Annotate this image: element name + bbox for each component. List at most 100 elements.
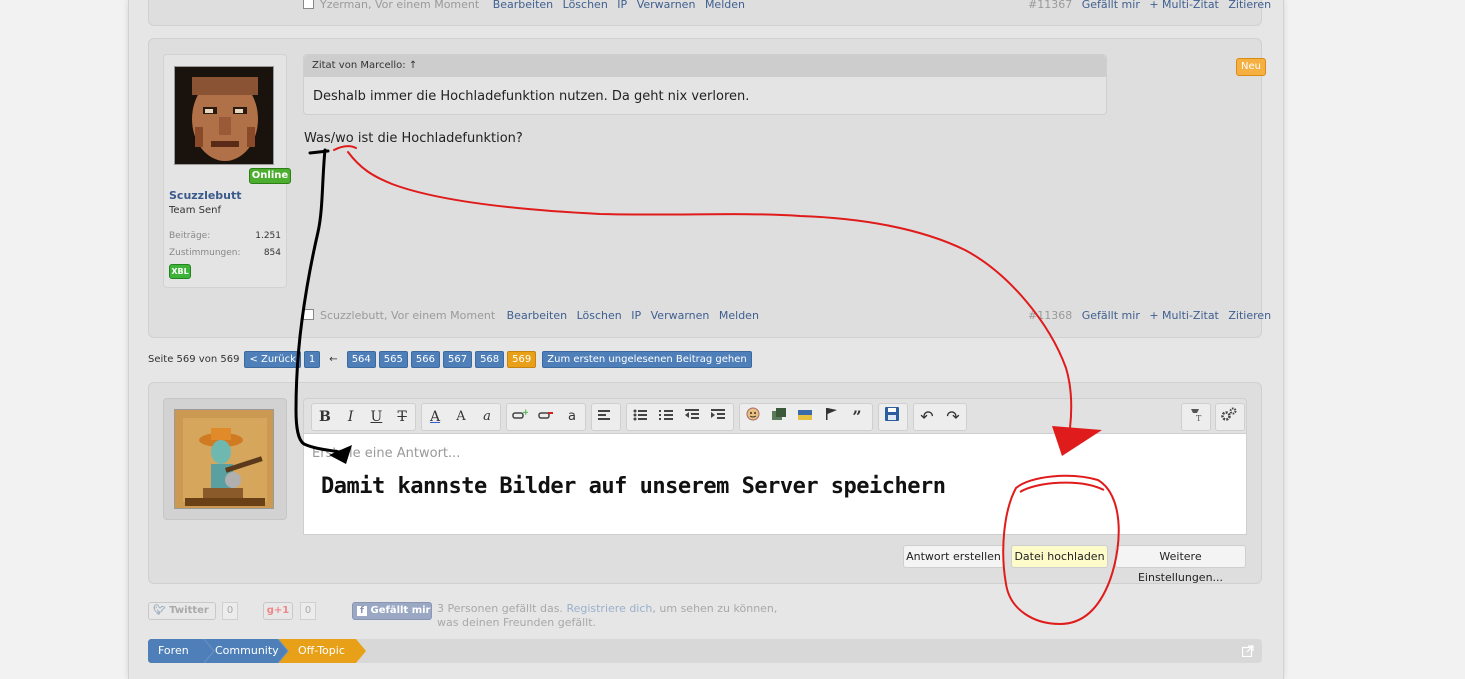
quote-link[interactable]: Zitieren <box>1228 0 1271 11</box>
gear-icon[interactable] <box>1216 404 1242 430</box>
link-icon[interactable]: + <box>507 404 533 430</box>
twitter-button[interactable]: 🐦︎ Twitter <box>148 602 216 620</box>
page-568-button[interactable]: 568 <box>475 351 505 368</box>
current-page[interactable]: 569 <box>507 351 537 368</box>
bold-button[interactable]: B <box>312 404 338 430</box>
font-family-button[interactable]: a <box>474 404 500 430</box>
report-link[interactable]: Melden <box>719 309 759 322</box>
more-options-button[interactable]: Weitere Einstellungen... <box>1115 545 1246 584</box>
new-badge: Neu <box>1236 58 1266 76</box>
gplus-button[interactable]: g+1 <box>263 602 293 620</box>
remove-format-icon[interactable]: T <box>1182 404 1208 430</box>
align-icon[interactable] <box>592 404 618 430</box>
gplus-count: 0 <box>300 602 316 620</box>
save-draft-icon[interactable] <box>879 404 905 430</box>
italic-button[interactable]: I <box>338 404 364 430</box>
like-text-line2: was deinen Freunden gefällt. <box>437 616 597 629</box>
numbered-list-icon[interactable] <box>653 404 679 430</box>
twitter-icon: 🐦︎ <box>153 605 166 616</box>
my-avatar[interactable] <box>174 409 274 509</box>
like-count-text: 3 Personen gefällt das. <box>437 602 563 615</box>
bullet-list-icon[interactable] <box>627 404 653 430</box>
prev-post-author[interactable]: Yzerman, Vor einem Moment <box>320 0 479 11</box>
insert-group: ” <box>739 403 873 431</box>
editor-toolbar: B I U T A A a + a ” ↶ ↷ T <box>303 398 1247 434</box>
prev-post-right-actions: #11367 Gefällt mir + Multi-Zitat Zitiere… <box>1028 0 1271 12</box>
report-link[interactable]: Melden <box>705 0 745 11</box>
page-566-button[interactable]: 566 <box>410 351 440 368</box>
warn-link[interactable]: Verwarnen <box>651 309 710 322</box>
user-avatar[interactable] <box>174 66 274 165</box>
register-link[interactable]: Registriere dich <box>566 602 652 615</box>
multiquote-link[interactable]: + Multi-Zitat <box>1149 0 1219 11</box>
breadcrumb-forums[interactable]: Foren <box>158 639 189 663</box>
page-567-button[interactable]: 567 <box>442 351 473 368</box>
page-1-button[interactable]: 1 <box>303 351 321 368</box>
post-footer: Scuzzlebutt, Vor einem Moment Bearbeiten… <box>303 309 759 323</box>
font-size-button[interactable]: A <box>448 404 474 430</box>
edit-link[interactable]: Bearbeiten <box>507 309 567 322</box>
upload-file-button[interactable]: Datei hochladen <box>1011 545 1108 568</box>
xbl-badge[interactable]: XBL <box>169 264 191 279</box>
strike-button[interactable]: T <box>389 404 415 430</box>
like-link[interactable]: Gefällt mir <box>1082 0 1140 11</box>
ip-link[interactable]: IP <box>631 309 641 322</box>
select-post-checkbox[interactable] <box>303 309 314 320</box>
like-text-line1: 3 Personen gefällt das. Registriere dich… <box>437 602 777 615</box>
font-color-button[interactable]: A <box>422 404 448 430</box>
multiquote-link[interactable]: + Multi-Zitat <box>1149 309 1219 322</box>
text-format-group: B I U T <box>311 403 416 431</box>
twitter-count: 0 <box>222 602 238 620</box>
like-link[interactable]: Gefällt mir <box>1082 309 1140 322</box>
quote-link[interactable]: Zitieren <box>1228 309 1271 322</box>
flag-icon[interactable] <box>818 404 844 430</box>
quote-text: Deshalb immer die Hochladefunktion nutze… <box>313 89 750 104</box>
edit-link[interactable]: Bearbeiten <box>493 0 553 11</box>
stat-posts-value: 1.251 <box>255 231 281 241</box>
facebook-like-button[interactable]: f Gefällt mir <box>352 602 432 620</box>
unlink-icon[interactable] <box>533 404 559 430</box>
image-icon[interactable] <box>792 404 818 430</box>
delete-link[interactable]: Löschen <box>577 309 622 322</box>
online-badge: Online <box>249 168 291 184</box>
outdent-icon[interactable] <box>679 404 705 430</box>
undo-icon[interactable]: ↶ <box>914 404 940 430</box>
amazon-icon[interactable]: a <box>559 404 585 430</box>
page-565-button[interactable]: 565 <box>378 351 408 368</box>
page-564-button[interactable]: 564 <box>346 351 376 368</box>
history-group: ↶ ↷ <box>913 403 967 431</box>
delete-link[interactable]: Löschen <box>563 0 608 11</box>
post-number[interactable]: #11368 <box>1028 309 1072 322</box>
submit-reply-button[interactable]: Antwort erstellen <box>903 545 1004 568</box>
indent-icon[interactable] <box>705 404 731 430</box>
quote-icon[interactable]: ” <box>844 404 870 430</box>
media-icon[interactable] <box>766 404 792 430</box>
smiley-icon[interactable] <box>740 404 766 430</box>
breadcrumb-community[interactable]: Community <box>215 639 279 663</box>
stat-likes-label: Zustimmungen: <box>169 248 241 258</box>
annotation-text: Damit kannste Bilder auf unserem Server … <box>321 474 946 499</box>
ip-link[interactable]: IP <box>617 0 627 11</box>
svg-text:+: + <box>522 409 528 418</box>
post-number[interactable]: #11367 <box>1028 0 1072 11</box>
reply-placeholder: Erstelle eine Antwort... <box>312 446 461 461</box>
quote-header[interactable]: Zitat von Marcello: ↑ <box>304 55 1106 77</box>
user-title: Team Senf <box>169 205 221 216</box>
prev-page-button[interactable]: < Zurück <box>244 351 301 368</box>
username-link[interactable]: Scuzzlebutt <box>169 189 242 202</box>
breadcrumb-offtopic[interactable]: Off-Topic <box>298 639 345 663</box>
underline-button[interactable]: U <box>364 404 390 430</box>
post-message: Was/wo ist die Hochladefunktion? <box>304 131 523 146</box>
svg-text:T: T <box>1196 414 1202 421</box>
external-link-icon[interactable] <box>1242 645 1254 657</box>
settings-group <box>1215 403 1245 431</box>
redo-icon[interactable]: ↷ <box>940 404 966 430</box>
stat-posts: Beiträge: 1.251 <box>169 231 281 241</box>
page-skip-arrow: ← <box>329 354 338 365</box>
pagination: Seite 569 von 569 < Zurück 1 ← 564 565 5… <box>148 351 752 368</box>
warn-link[interactable]: Verwarnen <box>637 0 696 11</box>
jump-unread-button[interactable]: Zum ersten ungelesenen Beitrag gehen <box>542 351 752 368</box>
select-post-checkbox[interactable] <box>303 0 314 9</box>
font-group: A A a <box>421 403 501 431</box>
post-author-date[interactable]: Scuzzlebutt, Vor einem Moment <box>320 309 495 322</box>
